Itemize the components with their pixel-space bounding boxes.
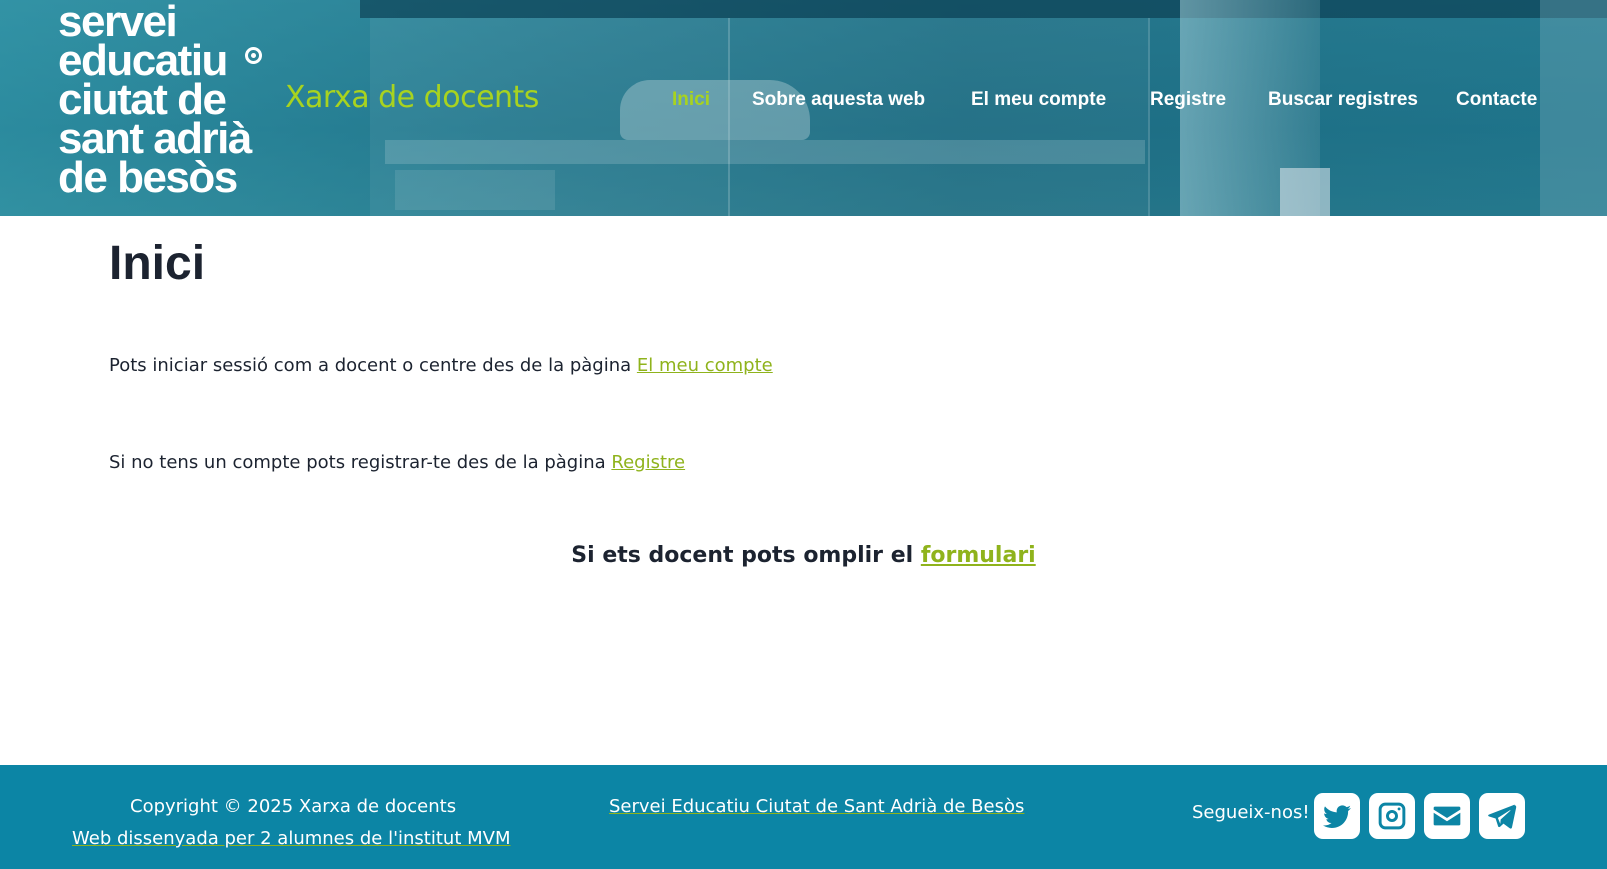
formulari-link[interactable]: formulari <box>921 543 1036 568</box>
nav-item-contacte[interactable]: Contacte <box>1456 89 1537 111</box>
logo-line: de besòs <box>58 153 238 202</box>
el-meu-compte-link[interactable]: El meu compte <box>637 355 773 376</box>
nav-item-el-meu-compte[interactable]: El meu compte <box>971 89 1106 111</box>
nav-item-inici[interactable]: Inici <box>672 89 710 111</box>
form-callout: Si ets docent pots omplir el formulari <box>0 543 1607 568</box>
credit-link[interactable]: Web dissenyada per 2 alumnes de l'instit… <box>72 828 510 849</box>
register-text: Si no tens un compte pots registrar-te d… <box>109 452 612 473</box>
form-callout-text: Si ets docent pots omplir el <box>571 543 921 568</box>
registered-mark-icon <box>245 47 262 64</box>
servei-educatiu-link[interactable]: Servei Educatiu Ciutat de Sant Adrià de … <box>609 796 1024 817</box>
header-photo-detail <box>395 170 555 210</box>
login-text: Pots iniciar sessió com a docent o centr… <box>109 355 637 376</box>
header-photo-detail <box>1280 168 1330 216</box>
header-photo-detail <box>385 140 1145 164</box>
email-icon[interactable] <box>1424 793 1470 839</box>
login-paragraph: Pots iniciar sessió com a docent o centr… <box>109 355 773 376</box>
register-paragraph: Si no tens un compte pots registrar-te d… <box>109 452 685 473</box>
follow-label: Segueix-nos! <box>1192 802 1310 823</box>
site-footer: Copyright © 2025 Xarxa de docents Web di… <box>0 765 1607 869</box>
registre-link[interactable]: Registre <box>611 452 685 473</box>
telegram-icon[interactable] <box>1479 793 1525 839</box>
page-title: Inici <box>109 237 206 290</box>
nav-item-buscar-registres[interactable]: Buscar registres <box>1268 89 1418 111</box>
copyright-text: Copyright © 2025 Xarxa de docents <box>130 796 457 817</box>
twitter-icon[interactable] <box>1314 793 1360 839</box>
nav-item-registre[interactable]: Registre <box>1150 89 1226 111</box>
header-photo-detail <box>360 0 1607 18</box>
nav-item-sobre-aquesta-web[interactable]: Sobre aquesta web <box>752 89 925 111</box>
main-nav: Inici Sobre aquesta web El meu compte Re… <box>0 89 1607 115</box>
instagram-icon[interactable] <box>1369 793 1415 839</box>
site-header: servei educatiu ciutat de sant adrià de … <box>0 0 1607 216</box>
